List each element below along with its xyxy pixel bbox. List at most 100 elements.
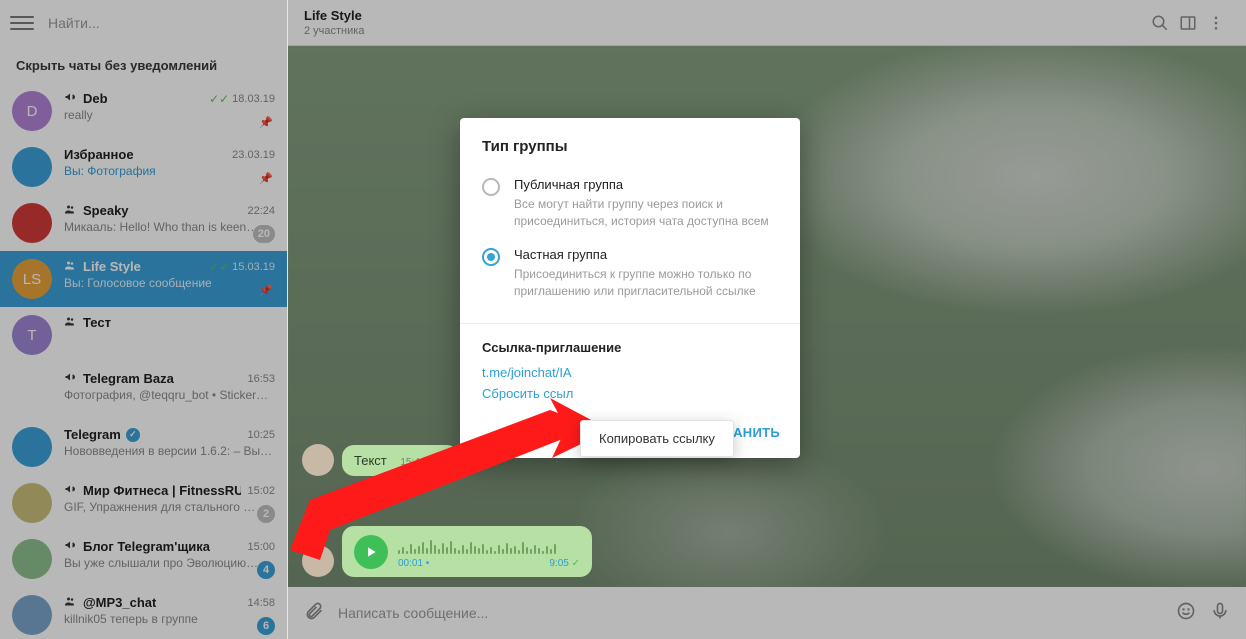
people-icon (64, 203, 76, 218)
chat-date: ✓✓ 15.03.19 (209, 260, 275, 274)
chat-header-text: Life Style 2 участника (304, 8, 364, 37)
chat-item[interactable]: Блог Telegram'щика 15:00 Вы уже слышали … (0, 531, 287, 587)
avatar (12, 147, 52, 187)
chat-item[interactable]: Избранное 23.03.19 Вы: Фотография 📌 (0, 139, 287, 195)
chat-item[interactable]: Мир Фитнеса | FitnessRU 15:02 GIF, Упраж… (0, 475, 287, 531)
verified-icon: ✓ (126, 428, 140, 442)
avatar (302, 545, 334, 577)
megaphone-icon (64, 91, 76, 106)
pin-icon: 📌 (259, 172, 273, 185)
option-title: Публичная группа (514, 177, 778, 192)
chat-item[interactable]: @MP3_chat 14:58 killnik05 теперь в групп… (0, 587, 287, 639)
group-type-dialog: Тип группы Публичная группа Все могут на… (460, 118, 800, 458)
checks-icon: ✓✓ (209, 260, 229, 274)
more-icon[interactable] (1202, 9, 1230, 37)
option-public[interactable]: Публичная группа Все могут найти группу … (460, 169, 800, 239)
pin-icon: 📌 (259, 116, 273, 129)
chat-title: Мир Фитнеса | FitnessRU (64, 483, 241, 498)
chat-item[interactable]: Telegram✓ 10:25 Нововведения в версии 1.… (0, 419, 287, 475)
mic-icon[interactable] (1210, 601, 1230, 626)
chat-title: @MP3_chat (64, 595, 156, 610)
megaphone-icon (64, 483, 76, 498)
dialog-title: Тип группы (460, 118, 800, 169)
option-title: Частная группа (514, 247, 778, 262)
avatar: T (12, 315, 52, 355)
chat-preview: Вы: Голосовое сообщение (64, 276, 275, 290)
radio-unchecked-icon[interactable] (482, 178, 500, 196)
chat-preview: Микааль: Hello! Who than is keen… (64, 220, 275, 234)
sidebar-top: Найти... (0, 0, 287, 46)
chat-date: 16:53 (247, 373, 275, 385)
compose-bar: Написать сообщение... (288, 587, 1246, 639)
checks-icon: ✓ (572, 558, 580, 569)
chat-preview: Вы уже слышали про Эволюцию… (64, 556, 275, 570)
chat-item[interactable]: D Deb ✓✓ 18.03.19 really 📌 (0, 83, 287, 139)
search-input[interactable]: Найти... (48, 15, 277, 31)
checks-icon: ✓✓ (209, 92, 229, 106)
emoji-icon[interactable] (1176, 601, 1196, 626)
message-voice[interactable]: 00:01 • 9:05 ✓ (302, 526, 592, 577)
avatar: LS (12, 259, 52, 299)
chat-preview: GIF, Упражнения для стального … (64, 500, 275, 514)
avatar (302, 444, 334, 476)
chat-title: Speaky (64, 203, 129, 218)
reset-link[interactable]: Сбросить ссыл (482, 386, 778, 401)
chat-title: Блог Telegram'щика (64, 539, 210, 554)
radio-checked-icon[interactable] (482, 248, 500, 266)
chat-preview (64, 332, 275, 346)
avatar (12, 595, 52, 635)
chat-item[interactable]: Speaky 22:24 Микааль: Hello! Who than is… (0, 195, 287, 251)
copy-link-item[interactable]: Копировать ссылку (599, 431, 715, 446)
option-desc: Присоединиться к группе можно только по … (514, 266, 778, 301)
chat-item[interactable]: T Тест (0, 307, 287, 363)
option-desc: Все могут найти группу через поиск и при… (514, 196, 778, 231)
menu-icon[interactable] (10, 11, 34, 35)
chat-title: Telegram Baza (64, 371, 174, 386)
chat-list: D Deb ✓✓ 18.03.19 really 📌 Избранное 23.… (0, 83, 287, 639)
compose-input[interactable]: Написать сообщение... (338, 605, 1162, 621)
message-bubble: Текст 15:46 ✓ (342, 445, 459, 476)
people-icon (64, 315, 76, 330)
avatar (12, 483, 52, 523)
chat-item[interactable]: LS Life Style ✓✓ 15.03.19 Вы: Голосовое … (0, 251, 287, 307)
invite-section: Ссылка-приглашение t.me/joinchat/IA Сбро… (460, 324, 800, 401)
voice-bubble: 00:01 • 9:05 ✓ (342, 526, 592, 577)
play-icon[interactable] (354, 535, 388, 569)
checks-icon: ✓ (439, 457, 447, 468)
chat-subtitle: 2 участника (304, 25, 364, 37)
hide-muted-toggle[interactable]: Скрыть чаты без уведомлений (0, 46, 287, 83)
avatar (12, 539, 52, 579)
invite-link[interactable]: t.me/joinchat/IA (482, 365, 778, 380)
chat-title: Life Style (304, 8, 364, 23)
avatar (12, 371, 52, 411)
search-icon[interactable] (1146, 9, 1174, 37)
chat-preview: Нововведения в версии 1.6.2: – Вы м… (64, 444, 275, 458)
chat-date: 10:25 (247, 429, 275, 441)
chat-item[interactable]: Telegram Baza 16:53 Фотография, @teqqru_… (0, 363, 287, 419)
unread-badge: 2 (257, 505, 275, 523)
chat-header[interactable]: Life Style 2 участника (288, 0, 1246, 46)
chat-title: Life Style (64, 259, 141, 274)
avatar (12, 203, 52, 243)
option-private[interactable]: Частная группа Присоединиться к группе м… (460, 239, 800, 309)
sidebar: Найти... Скрыть чаты без уведомлений D D… (0, 0, 288, 639)
people-icon (64, 259, 76, 274)
chat-title: Избранное (64, 147, 134, 162)
waveform[interactable] (398, 534, 580, 554)
megaphone-icon (64, 371, 76, 386)
message-text[interactable]: Текст 15:46 ✓ (302, 444, 459, 476)
chat-date: 22:24 (247, 205, 275, 217)
chat-preview: really (64, 108, 275, 122)
attach-icon[interactable] (304, 601, 324, 626)
message-body: Текст (354, 453, 387, 468)
chat-date: 23.03.19 (232, 149, 275, 161)
sidepanel-icon[interactable] (1174, 9, 1202, 37)
chat-date: 15:00 (247, 541, 275, 553)
chat-preview: Вы: Фотография (64, 164, 275, 178)
chat-date: ✓✓ 18.03.19 (209, 92, 275, 106)
invite-section-title: Ссылка-приглашение (482, 340, 778, 355)
chat-preview: killnik05 теперь в группе (64, 612, 275, 626)
context-menu: Копировать ссылку (580, 420, 734, 457)
avatar (12, 427, 52, 467)
avatar: D (12, 91, 52, 131)
